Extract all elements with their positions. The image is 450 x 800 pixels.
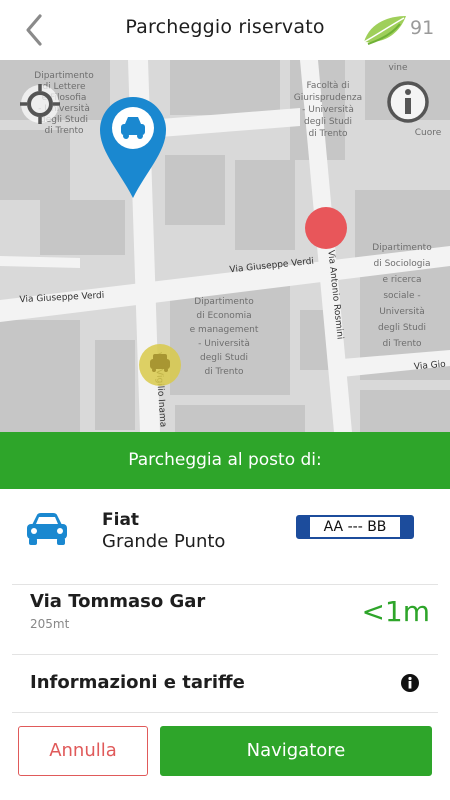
map-label: degli Studi: [378, 323, 426, 333]
map-canvas[interactable]: Dipartimento di Lettere e Filosofia - Un…: [0, 60, 450, 432]
map-label: Dipartimento: [34, 71, 94, 81]
map-label: di Trento: [382, 339, 422, 349]
car-location-pin-icon[interactable]: [100, 97, 166, 198]
map-label: sociale -: [383, 291, 420, 301]
map-label: degli Studi: [304, 117, 352, 127]
vehicle-brand: Fiat: [102, 510, 140, 530]
map-label: - Università: [198, 339, 250, 349]
map-label: di Sociologia: [374, 259, 431, 269]
plate-region-band: [400, 517, 412, 537]
vehicle-row: Fiat Grande Punto AA --- BB: [0, 489, 450, 584]
map-label: degli Studi: [200, 353, 248, 363]
top-bar: Parcheggio riservato 91: [0, 0, 450, 60]
map-label: Cuore: [415, 128, 442, 138]
map-label: - Università: [302, 105, 354, 115]
score-value: 91: [410, 17, 435, 39]
map-label: di Trento: [204, 367, 244, 377]
map-label: di Trento: [44, 126, 84, 136]
map-label: Università: [379, 307, 425, 317]
divider: [12, 584, 438, 585]
map-label: e management: [190, 325, 259, 335]
divider: [12, 654, 438, 655]
map-label: Dipartimento: [372, 243, 432, 253]
info-circle-icon[interactable]: [400, 673, 420, 693]
license-plate-text: AA --- BB: [323, 519, 387, 535]
crosshair-icon[interactable]: [18, 82, 62, 126]
map-label: di Trento: [308, 129, 348, 139]
info-icon[interactable]: [386, 80, 430, 124]
cancel-button[interactable]: Annulla: [18, 726, 148, 776]
map-label: Facoltà di: [307, 81, 350, 91]
map-label: di Economia: [196, 311, 251, 321]
destination-eta: <1m: [361, 595, 430, 628]
info-rates-label: Informazioni e tariffe: [30, 672, 245, 693]
navigator-button[interactable]: Navigatore: [160, 726, 432, 776]
park-instruction-banner: Parcheggia al posto di:: [0, 432, 450, 489]
plate-eu-band: [298, 517, 310, 537]
destination-street: Via Tommaso Gar: [30, 591, 206, 612]
map-label: Giurisprudenza: [294, 93, 362, 103]
map-label: e ricerca: [382, 275, 421, 285]
vehicle-model: Grande Punto: [102, 531, 226, 552]
map-label: Dipartimento: [194, 297, 254, 307]
leaf-icon: [363, 16, 406, 45]
divider: [12, 712, 438, 713]
map-label: vine: [388, 63, 408, 73]
license-plate: AA --- BB: [296, 515, 414, 539]
destination-distance: 205mt: [30, 617, 70, 631]
parked-car-marker[interactable]: [139, 344, 181, 386]
map-view[interactable]: Dipartimento di Lettere e Filosofia - Un…: [0, 60, 450, 432]
car-icon: [27, 513, 67, 545]
destination-marker[interactable]: [305, 207, 347, 249]
